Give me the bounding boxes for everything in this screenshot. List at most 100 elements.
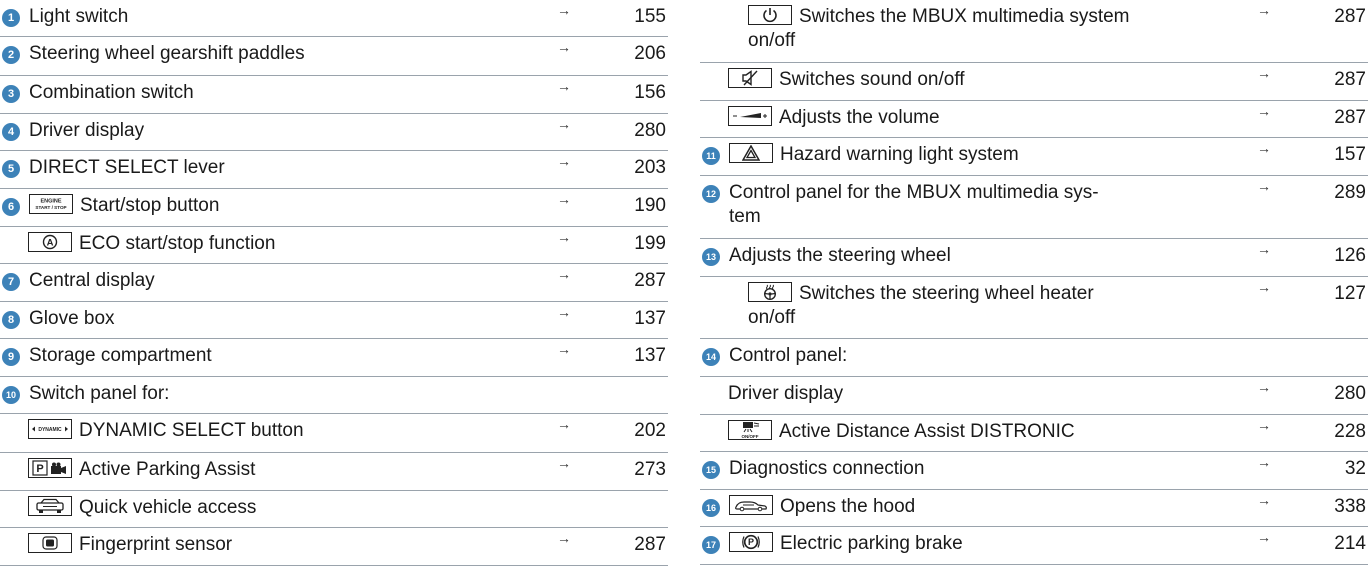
row-label-text: Control panel: xyxy=(729,345,848,366)
index-row: Driver display → 280 xyxy=(700,377,1368,415)
row-label-text: Start/stop button xyxy=(80,195,220,216)
row-label: Storage compartment xyxy=(29,344,529,368)
page-number-link[interactable]: 280 xyxy=(634,119,666,143)
page-number-link[interactable]: 32 xyxy=(1345,457,1366,481)
page-number-link[interactable]: 287 xyxy=(1334,106,1366,130)
row-label-text: Active Distance Assist DISTRONIC xyxy=(779,421,1075,442)
page-number-link[interactable]: 214 xyxy=(1334,532,1366,556)
index-row: Quick vehicle access xyxy=(0,491,668,528)
page-number-link[interactable]: 190 xyxy=(634,194,666,218)
row-label-text: DYNAMIC SELECT button xyxy=(79,420,304,441)
page-number-link[interactable]: 287 xyxy=(1334,5,1366,29)
index-row: 2 Steering wheel gearshift paddles → 206 xyxy=(0,37,668,76)
index-row: P Active Parking Assist → 273 xyxy=(0,453,668,491)
row-label-line2: tem xyxy=(729,206,761,227)
page-number-link[interactable]: 338 xyxy=(1334,495,1366,519)
page-reference-arrow: → xyxy=(557,266,571,282)
row-label-line2: on/off xyxy=(748,30,796,51)
left-column: 1 Light switch → 155 2 Steering wheel gearshi… xyxy=(0,0,668,566)
distronic-icon: ON/OFF xyxy=(728,419,772,440)
index-row: Fingerprint sensor → 287 xyxy=(0,528,668,566)
row-label-text: DIRECT SELECT lever xyxy=(29,157,225,178)
svg-text:DYNAMIC: DYNAMIC xyxy=(38,427,62,433)
row-label: Quick vehicle access xyxy=(28,495,528,520)
callout-number-badge: 9 xyxy=(2,348,20,366)
page-reference-arrow: → xyxy=(557,2,571,18)
row-label: Driver display xyxy=(29,119,529,143)
index-row: 9 Storage compartment → 137 xyxy=(0,339,668,377)
row-label: Switches sound on/off xyxy=(728,67,1228,92)
row-label-text: ECO start/stop function xyxy=(79,233,276,254)
page-reference-arrow: → xyxy=(557,341,571,357)
page-number-link[interactable]: 203 xyxy=(634,156,666,180)
page-reference-arrow: → xyxy=(557,78,571,94)
page-reference-arrow: → xyxy=(1257,178,1271,194)
svg-text:ON/OFF: ON/OFF xyxy=(742,434,759,439)
row-label-text: Switch panel for: xyxy=(29,383,170,404)
page-number-link[interactable]: 127 xyxy=(1334,282,1366,306)
index-row: Switches the MBUX multimedia system on/of… xyxy=(700,0,1368,63)
page-number-link[interactable]: 137 xyxy=(634,307,666,331)
index-row: 13 Adjusts the steering wheel → 126 xyxy=(700,239,1368,277)
page-number-link[interactable]: 202 xyxy=(634,419,666,443)
row-label-text: Active Parking Assist xyxy=(79,459,256,480)
callout-number-badge: 7 xyxy=(2,273,20,291)
row-label: DYNAMIC DYNAMIC SELECT button xyxy=(28,418,528,443)
index-row: ON/OFF Active Distance Assist DISTRONIC → 2… xyxy=(700,415,1368,452)
page-number-link[interactable]: 156 xyxy=(634,81,666,105)
index-row: Switches sound on/off → 287 xyxy=(700,63,1368,101)
page-reference-arrow: → xyxy=(1257,454,1271,470)
page-reference-arrow: → xyxy=(1257,529,1271,545)
page-number-link[interactable]: 206 xyxy=(634,42,666,66)
page-number-link[interactable]: 289 xyxy=(1334,181,1366,205)
callout-number-badge: 3 xyxy=(2,85,20,103)
mute-icon xyxy=(728,67,772,88)
page-number-link[interactable]: 287 xyxy=(1334,68,1366,92)
page-reference-arrow: → xyxy=(557,153,571,169)
index-row: 7 Central display → 287 xyxy=(0,264,668,302)
row-label-text: Glove box xyxy=(29,308,115,329)
row-label: Driver display xyxy=(728,382,1228,406)
callout-number-badge: 11 xyxy=(702,147,720,165)
row-label: ON/OFF Active Distance Assist DISTRONIC xyxy=(728,419,1228,444)
page-number-link[interactable]: 137 xyxy=(634,344,666,368)
page-number-link[interactable]: 273 xyxy=(634,458,666,482)
row-label-text: Switches sound on/off xyxy=(779,69,965,90)
row-label: Fingerprint sensor xyxy=(28,532,528,557)
row-label-text: Driver display xyxy=(728,383,844,404)
row-label: Central display xyxy=(29,269,529,293)
page-number-link[interactable]: 155 xyxy=(634,5,666,29)
row-label-line1: Control panel for the MBUX multimedia sy… xyxy=(729,182,1099,203)
row-label-line1: Switches the steering wheel heater xyxy=(799,283,1094,304)
row-label: Opens the hood xyxy=(729,494,1229,519)
row-label-text: Fingerprint sensor xyxy=(79,534,233,555)
eco-start-stop-icon: A xyxy=(28,231,72,252)
callout-number-badge: 2 xyxy=(2,46,20,64)
page-number-link[interactable]: 199 xyxy=(634,232,666,256)
engine-start-stop-icon: ENGINE START / STOP xyxy=(29,193,73,214)
row-label: Glove box xyxy=(29,307,529,331)
callout-number-badge: 13 xyxy=(702,248,720,266)
page-number-link[interactable]: 126 xyxy=(1334,244,1366,268)
row-label: DIRECT SELECT lever xyxy=(29,156,529,180)
row-label: Adjusts the volume xyxy=(728,105,1228,130)
index-row: 8 Glove box → 137 xyxy=(0,302,668,339)
row-label: P Active Parking Assist xyxy=(28,457,528,482)
fingerprint-sensor-icon xyxy=(28,532,72,553)
row-label-text: Hazard warning light system xyxy=(780,144,1019,165)
page-reference-arrow: → xyxy=(1257,103,1271,119)
index-row: 3 Combination switch → 156 xyxy=(0,76,668,114)
callout-number-badge: 14 xyxy=(702,348,720,366)
page-number-link[interactable]: 287 xyxy=(634,533,666,557)
svg-text:A: A xyxy=(47,237,54,248)
page-number-link[interactable]: 280 xyxy=(1334,382,1366,406)
car-front-icon xyxy=(28,495,72,516)
page-reference-arrow: → xyxy=(557,304,571,320)
svg-text:P: P xyxy=(748,537,754,547)
page-reference-arrow: → xyxy=(1257,140,1271,156)
index-row: 11 Hazard warning light system → 157 xyxy=(700,138,1368,176)
page-number-link[interactable]: 228 xyxy=(1334,420,1366,444)
page-number-link[interactable]: 287 xyxy=(634,269,666,293)
page-number-link[interactable]: 157 xyxy=(1334,143,1366,167)
row-label: Switches the MBUX multimedia system on/of… xyxy=(748,4,1228,53)
